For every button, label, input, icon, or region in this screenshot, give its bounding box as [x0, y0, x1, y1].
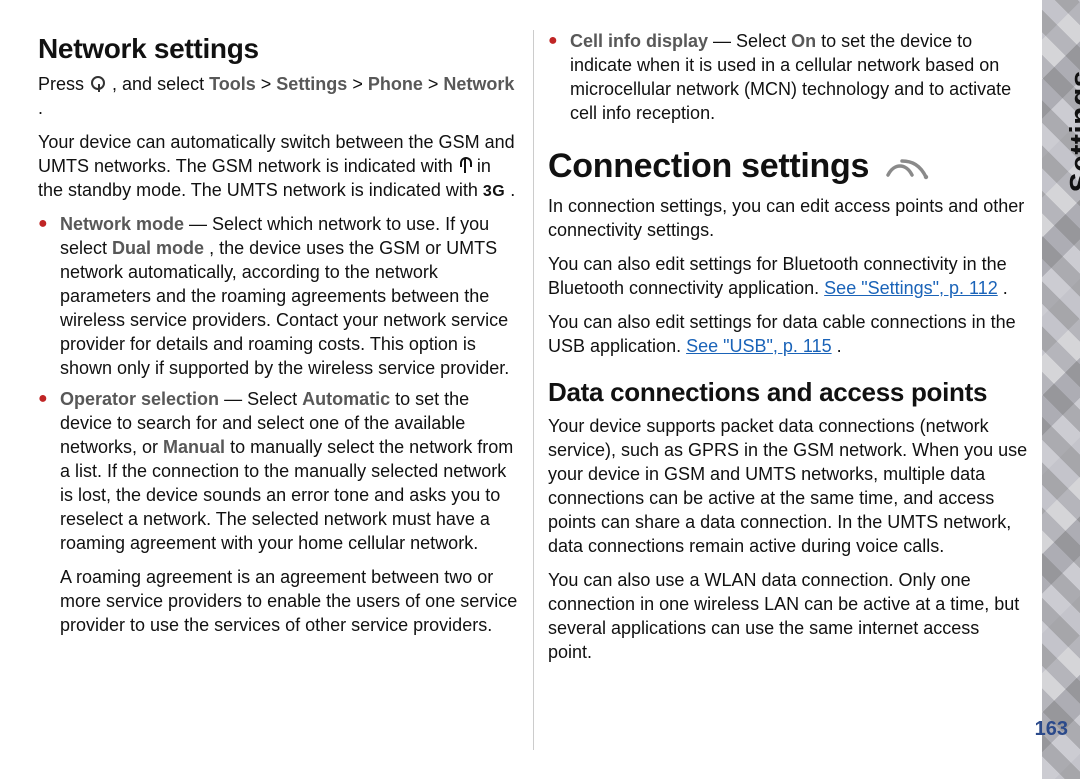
heading-text: Connection settings [548, 147, 869, 185]
text: . [510, 180, 515, 200]
nav-tools: Tools [209, 74, 256, 94]
value-dual-mode: Dual mode [112, 238, 204, 258]
value-manual: Manual [163, 437, 225, 457]
nav-network: Network [443, 74, 514, 94]
nav-sep: > [261, 74, 277, 94]
side-decoration [1042, 0, 1080, 779]
data-connections-paragraph-2: You can also use a WLAN data connection.… [548, 569, 1028, 665]
list-item-cell-info: Cell info display — Select On to set the… [570, 30, 1028, 126]
section-tab-label: Settings [1064, 70, 1080, 192]
nav-phone: Phone [368, 74, 423, 94]
menu-key-icon [89, 74, 107, 92]
label: Network mode [60, 214, 184, 234]
manual-page: Settings 163 Network settings Press , an… [0, 0, 1080, 779]
bluetooth-paragraph: You can also edit settings for Bluetooth… [548, 253, 1028, 301]
antenna-icon [458, 159, 472, 173]
connection-intro: In connection settings, you can edit acc… [548, 195, 1028, 243]
text: , and select [112, 74, 209, 94]
nav-path-paragraph: Press , and select Tools > Settings > Ph… [38, 73, 518, 121]
value-on: On [791, 31, 816, 51]
heading-network-settings: Network settings [38, 30, 518, 67]
list-item-network-mode: Network mode — Select which network to u… [60, 213, 518, 381]
text: — Select [713, 31, 791, 51]
text: — Select [224, 389, 302, 409]
text: . [38, 98, 43, 118]
usb-paragraph: You can also edit settings for data cabl… [548, 311, 1028, 359]
page-number: 163 [1035, 718, 1068, 741]
value-automatic: Automatic [302, 389, 390, 409]
text: . [837, 336, 842, 356]
link-usb-page[interactable]: See "USB", p. 115 [686, 336, 832, 356]
text: Press [38, 74, 89, 94]
data-connections-paragraph-1: Your device supports packet data connect… [548, 415, 1028, 559]
text: Your device can automatically switch bet… [38, 132, 515, 176]
text: . [1003, 278, 1008, 298]
page-content: Network settings Press , and select Tool… [38, 30, 1028, 750]
heading-data-connections: Data connections and access points [548, 375, 1028, 410]
heading-connection-settings: Connection settings [548, 144, 1028, 189]
three-g-icon: 3G [483, 183, 505, 200]
link-settings-page[interactable]: See "Settings", p. 112 [824, 278, 998, 298]
auto-switch-paragraph: Your device can automatically switch bet… [38, 131, 518, 203]
roaming-agreement-note: A roaming agreement is an agreement betw… [60, 566, 518, 638]
nav-settings: Settings [276, 74, 347, 94]
label: Cell info display [570, 31, 708, 51]
nav-sep: > [352, 74, 368, 94]
list-item-operator-selection: Operator selection — Select Automatic to… [60, 388, 518, 637]
text: , the device uses the GSM or UMTS networ… [60, 238, 509, 378]
connection-icon [884, 155, 930, 181]
label: Operator selection [60, 389, 219, 409]
nav-sep: > [428, 74, 444, 94]
